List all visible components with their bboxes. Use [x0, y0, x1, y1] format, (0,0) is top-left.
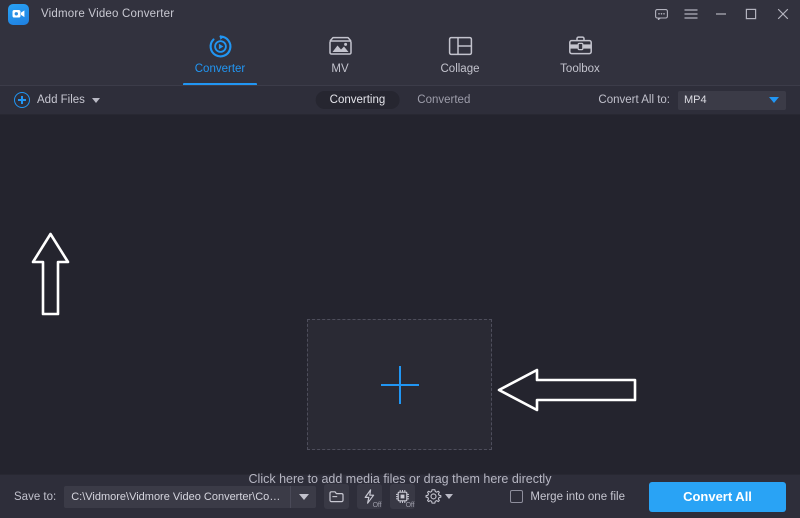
settings-group	[425, 488, 453, 505]
save-path-dropdown[interactable]	[290, 486, 316, 508]
merge-checkbox[interactable]	[510, 490, 523, 503]
save-path-value: C:\Vidmore\Vidmore Video Converter\Conve…	[64, 491, 290, 503]
main-content: Click here to add media files or drag th…	[0, 115, 800, 474]
save-to-label: Save to:	[14, 491, 56, 503]
window-controls	[646, 0, 800, 28]
feedback-bubble-icon[interactable]	[646, 0, 676, 28]
chevron-down-icon	[299, 494, 309, 500]
gear-icon	[425, 488, 442, 505]
hardware-accel-button[interactable]: Off	[357, 484, 382, 509]
settings-button[interactable]	[425, 488, 442, 505]
gpu-accel-state: Off	[406, 502, 415, 509]
layout-grid-icon	[448, 32, 473, 60]
output-format-value: MP4	[684, 94, 707, 106]
add-files-label: Add Files	[37, 94, 85, 106]
maximize-icon[interactable]	[736, 0, 766, 28]
merge-into-one-file-option[interactable]: Merge into one file	[510, 490, 625, 503]
picture-frame-icon	[328, 32, 353, 60]
add-files-button[interactable]: Add Files	[14, 92, 100, 108]
media-drop-zone[interactable]	[307, 319, 492, 450]
arrow-up-annotation	[31, 232, 70, 321]
status-filter-segmented: Converting Converted	[316, 91, 485, 109]
output-format-select[interactable]: MP4	[678, 91, 786, 110]
tab-toolbox[interactable]: Toolbox	[540, 28, 620, 86]
app-window: Vidmore Video Converter	[0, 0, 800, 518]
convert-all-to-group: Convert All to: MP4	[598, 91, 786, 110]
tab-collage-label: Collage	[441, 63, 480, 75]
toolbox-icon	[568, 32, 593, 60]
app-logo-icon	[8, 4, 29, 25]
open-folder-button[interactable]	[324, 484, 349, 509]
title-bar: Vidmore Video Converter	[0, 0, 800, 28]
hamburger-menu-icon[interactable]	[676, 0, 706, 28]
tab-converter-label: Converter	[195, 63, 246, 75]
merge-label: Merge into one file	[530, 491, 625, 503]
chevron-down-icon[interactable]	[445, 494, 453, 499]
arrow-left-annotation	[497, 366, 637, 419]
app-title: Vidmore Video Converter	[41, 8, 174, 20]
convert-circle-icon	[208, 32, 233, 60]
main-navigation: Converter MV	[0, 28, 800, 86]
convert-all-button[interactable]: Convert All	[649, 482, 786, 512]
tab-mv[interactable]: MV	[300, 28, 380, 86]
save-path-field[interactable]: C:\Vidmore\Vidmore Video Converter\Conve…	[64, 486, 316, 508]
hardware-accel-state: Off	[373, 502, 382, 509]
segment-converting[interactable]: Converting	[316, 91, 400, 109]
close-icon[interactable]	[766, 0, 800, 28]
chevron-down-icon	[769, 97, 779, 103]
tab-mv-label: MV	[331, 63, 348, 75]
action-toolbar: Add Files Converting Converted Convert A…	[0, 86, 800, 115]
tab-converter[interactable]: Converter	[180, 28, 260, 86]
convert-all-to-label: Convert All to:	[598, 94, 670, 106]
folder-icon	[329, 490, 344, 503]
plus-circle-icon	[14, 92, 30, 108]
tab-toolbox-label: Toolbox	[560, 63, 600, 75]
tab-collage[interactable]: Collage	[420, 28, 500, 86]
chevron-down-icon[interactable]	[92, 98, 100, 103]
plus-icon	[381, 366, 419, 404]
gpu-accel-button[interactable]: Off	[390, 484, 415, 509]
minimize-icon[interactable]	[706, 0, 736, 28]
segment-converted[interactable]: Converted	[403, 91, 484, 109]
